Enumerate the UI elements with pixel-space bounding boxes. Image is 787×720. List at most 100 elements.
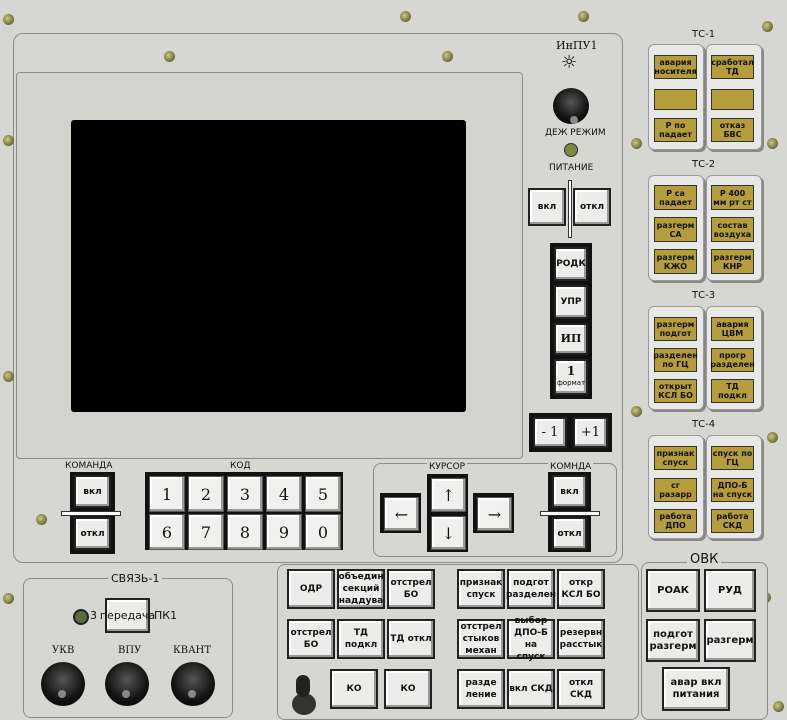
komnda-on-button[interactable]: вкл [552, 475, 587, 508]
power-off-button[interactable]: откл [573, 188, 611, 226]
cursor-label: КУРСОР [427, 462, 468, 472]
key-1[interactable]: 1 [149, 476, 185, 512]
ip-button[interactable]: ИП [554, 323, 588, 355]
komanda-toggle-divider [61, 511, 121, 516]
key-2[interactable]: 2 [188, 476, 224, 512]
screw [773, 701, 784, 712]
ts4-indicator: работа СКД [711, 509, 754, 533]
ts3-indicator: ТД подкл [711, 379, 754, 403]
kvant-knob[interactable] [171, 662, 215, 706]
otstrel-bo-left-button[interactable]: отстрел БО [287, 619, 335, 659]
plus-one-button[interactable]: +1 [573, 417, 608, 448]
power-on-button[interactable]: вкл [528, 188, 566, 226]
ikpu-label: ИнПУ1 [556, 39, 598, 52]
screw [3, 593, 14, 604]
key-3[interactable]: 3 [227, 476, 263, 512]
key-8[interactable]: 8 [227, 514, 263, 550]
rodk-button[interactable]: РОДК [554, 247, 588, 281]
toggle-lever [296, 675, 310, 697]
cursor-down-button[interactable]: ↓ [431, 516, 466, 550]
roak-button[interactable]: РОАК [646, 569, 700, 612]
razgerm-button[interactable]: разгерм [704, 619, 756, 662]
screw [631, 138, 642, 149]
ts3-indicator: разгерм подгот [654, 317, 697, 341]
ts1-indicator [654, 89, 697, 110]
screw [36, 514, 47, 525]
minus-one-button[interactable]: - 1 [533, 417, 567, 448]
ts2-title: ТС-2 [692, 159, 716, 170]
ts4-indicator: сг разарр [654, 478, 697, 502]
rud-button[interactable]: РУД [704, 569, 756, 612]
cursor-left-button[interactable]: ← [384, 497, 419, 531]
upr-button[interactable]: УПР [554, 285, 588, 319]
td-otkl-button[interactable]: ТД откл [387, 619, 435, 659]
priznak-spusk-button[interactable]: признак спуск [457, 569, 505, 609]
obedin-seksiy-button[interactable]: объедин секций наддува [337, 569, 385, 609]
kvant-label: КВАНТ [173, 645, 212, 656]
podgot-razdelen-button[interactable]: подгот разделен [506, 569, 556, 609]
ts1-indicator: сработал ТД [711, 55, 754, 79]
ts3-indicator: прогр разделен [710, 348, 755, 372]
sun-icon: ☼ [561, 52, 578, 73]
ko-button-1[interactable]: КО [330, 669, 378, 709]
ts2-indicator: Р 400 мм рт ст [711, 185, 754, 210]
otkr-ksl-bo-button[interactable]: откр КСЛ БО [557, 569, 605, 609]
cursor-right-button[interactable]: → [477, 497, 512, 531]
screw [3, 371, 14, 382]
status-lamp [564, 143, 578, 157]
rezervn-rasstyk-button[interactable]: резервн расстык [557, 619, 605, 659]
cursor-up-button[interactable]: ↑ [431, 478, 466, 512]
ukv-label: УКВ [52, 645, 75, 656]
ts4-indicator: спуск по ГЦ [711, 446, 754, 470]
screw [762, 21, 773, 32]
komnda-toggle-divider [540, 511, 600, 516]
dezh-rezhim-label: ДЕЖ РЕЖИМ [545, 128, 606, 138]
toggle-switch[interactable] [287, 673, 321, 715]
ts2-indicator: состав воздуха [711, 217, 754, 242]
ukv-knob[interactable] [41, 662, 85, 706]
podgot-razgerm-button[interactable]: подгот разгерм [646, 619, 700, 662]
avar-vkl-pitaniya-button[interactable]: авар вкл питания [662, 667, 730, 711]
svyaz-number: 3 [90, 609, 97, 622]
td-podkl-button[interactable]: ТД подкл [337, 619, 385, 659]
komanda-off-button[interactable]: откл [74, 517, 111, 550]
screw [631, 406, 642, 417]
screw [442, 51, 453, 62]
key-0[interactable]: 0 [305, 514, 341, 550]
screw [767, 138, 778, 149]
razdelenie-button[interactable]: разде ление [457, 669, 505, 709]
vpu-label: ВПУ [118, 645, 142, 656]
ko-button-2[interactable]: КО [384, 669, 432, 709]
key-6[interactable]: 6 [149, 514, 185, 550]
key-5[interactable]: 5 [305, 476, 341, 512]
komanda-on-button[interactable]: вкл [74, 475, 111, 508]
kod-label: КОД [230, 461, 251, 471]
display-screen [71, 120, 466, 412]
mode-knob[interactable] [553, 88, 589, 124]
format-label: формат [556, 379, 586, 387]
otstrel-stykov-button[interactable]: отстрел стыков механ [457, 619, 505, 659]
svyaz-title: СВЯЗЬ-1 [108, 572, 163, 585]
odr-button[interactable]: ОДР [287, 569, 335, 609]
komnda-off-button[interactable]: откл [552, 517, 587, 550]
ts1-title: ТС-1 [692, 29, 716, 40]
screw [767, 432, 778, 443]
ts1-indicator: авария носителя [654, 55, 697, 79]
key-4[interactable]: 4 [266, 476, 302, 512]
format-button[interactable]: 1 формат [554, 359, 588, 395]
ts4-indicator: признак спуск [654, 446, 697, 470]
ts4-indicator: ДПО-Б на спуск [711, 478, 754, 502]
komanda-label: КОМАНДА [65, 461, 113, 471]
vpu-knob[interactable] [105, 662, 149, 706]
otstrel-bo-button[interactable]: отстрел БО [387, 569, 435, 609]
otkl-skd-button[interactable]: откл СКД [557, 669, 605, 709]
key-7[interactable]: 7 [188, 514, 224, 550]
vybor-dpo-button[interactable]: выбор ДПО-Б на спуск [507, 616, 555, 662]
ts3-title: ТС-3 [692, 290, 716, 301]
screw [578, 11, 589, 22]
vkl-skd-button[interactable]: вкл СКД [507, 669, 555, 709]
pk1-label: ПК1 [154, 609, 178, 622]
peredacha-button[interactable]: передача [100, 598, 155, 633]
komnda-label: КОМНДА [548, 462, 594, 472]
key-9[interactable]: 9 [266, 514, 302, 550]
